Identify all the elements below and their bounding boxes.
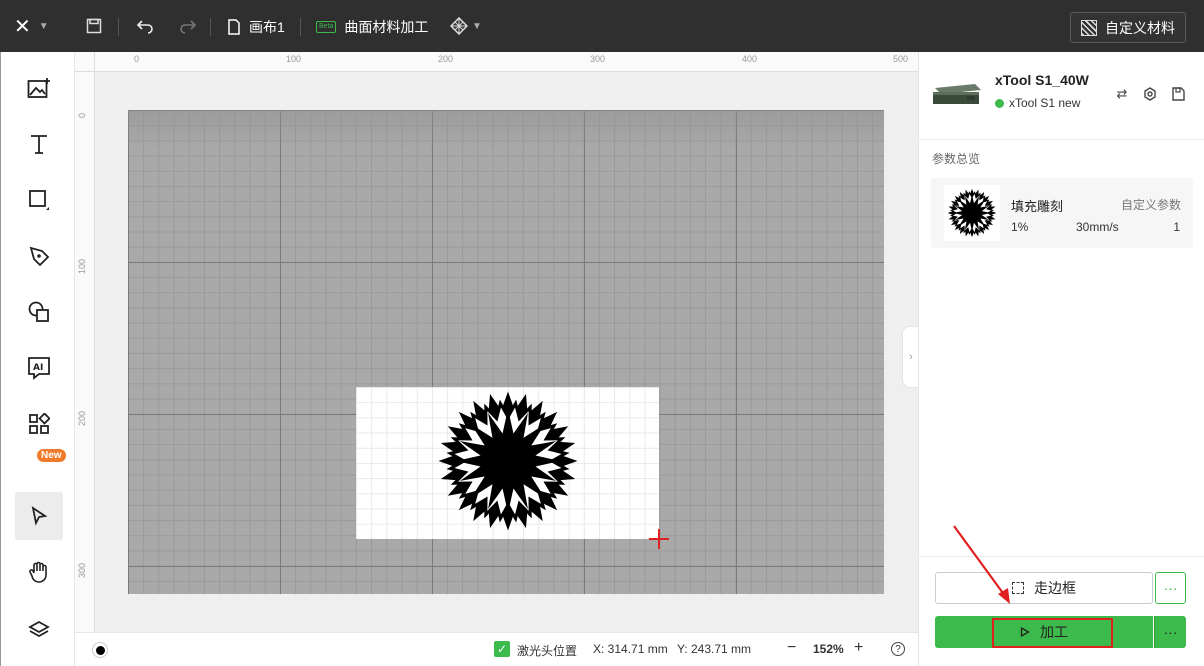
workpiece-material[interactable]: [356, 387, 659, 539]
toolbar-divider: [118, 18, 119, 36]
apps-grid-icon: [29, 413, 50, 434]
grid-diamond-icon: [450, 17, 469, 35]
save-icon[interactable]: [84, 16, 104, 36]
layers-tool-button[interactable]: [15, 606, 63, 654]
custom-material-label: 自定义材料: [1105, 19, 1175, 36]
canvas-name: 画布1: [249, 19, 285, 35]
zoom-out-button[interactable]: −: [787, 639, 796, 657]
ruler-label: 300: [77, 562, 87, 578]
device-status: xTool S1 new: [995, 96, 1080, 110]
layers-icon: [28, 620, 50, 638]
cursor-icon: [31, 506, 48, 526]
board-shade: [128, 110, 884, 150]
collapse-panel-button[interactable]: ›: [902, 326, 919, 388]
frame-label: 走边框: [1034, 580, 1076, 596]
device-image: [933, 84, 981, 104]
ruler-label: 0: [134, 54, 140, 64]
color-dot-icon: [95, 645, 105, 655]
chevron-right-icon: ›: [909, 351, 913, 363]
highlight-box: [992, 618, 1113, 648]
top-toolbar: ✕ ▼ 画布1 Beta 曲面材料加工 ▼ 自定义材料: [0, 0, 1204, 52]
ai-icon: AI: [28, 357, 50, 380]
ruler-label: 200: [77, 410, 87, 426]
divider: [919, 139, 1204, 140]
select-tool-button[interactable]: [15, 492, 63, 540]
zoom-in-button[interactable]: +: [854, 639, 863, 657]
annotation-arrow-icon: [953, 525, 1010, 604]
curved-material-button[interactable]: Beta 曲面材料加工: [316, 17, 428, 37]
undo-icon[interactable]: [135, 16, 155, 36]
image-add-icon: [27, 78, 50, 98]
ruler-vertical: 0 100 200 300: [75, 72, 95, 632]
x-coordinate: X: 314.71 mm: [593, 642, 668, 656]
left-toolbar: AI New: [0, 52, 75, 666]
device-settings-icon[interactable]: [1142, 86, 1158, 102]
zoom-level: 152%: [813, 642, 844, 656]
curved-material-label: 曲面材料加工: [344, 19, 429, 35]
hand-tool-button[interactable]: [15, 548, 63, 596]
ruler-label: 400: [742, 54, 758, 64]
canvas-name-tab[interactable]: 画布1: [227, 17, 285, 37]
canvas-area[interactable]: 0 100 200 300 400 500 0 100 200 300: [75, 52, 918, 632]
combine-tool-button[interactable]: [15, 288, 63, 336]
redo-icon[interactable]: [178, 16, 198, 36]
ruler-corner: [75, 52, 95, 72]
starburst-design[interactable]: [438, 391, 578, 531]
rectangle-icon: [29, 190, 49, 210]
ruler-label: 500: [893, 54, 909, 64]
ruler-label: 300: [590, 54, 606, 64]
app-menu-button[interactable]: ✕ ▼: [14, 14, 60, 38]
status-bar: ✓ 激光头位置 X: 314.71 mm Y: 243.71 mm − 152%…: [75, 632, 918, 666]
params-section-title: 参数总览: [932, 152, 981, 166]
ruler-label: 100: [286, 54, 302, 64]
process-more-button[interactable]: ···: [1154, 616, 1186, 648]
power-value: 1%: [1011, 220, 1029, 234]
text-icon: [31, 135, 47, 154]
ruler-label: 100: [77, 258, 87, 274]
design-thumbnail: [944, 185, 1000, 241]
custom-material-button[interactable]: 自定义材料: [1070, 12, 1186, 43]
param-card[interactable]: 填充雕刻 自定义参数 1% 30mm/s 1: [931, 178, 1193, 248]
custom-params-link[interactable]: 自定义参数: [1121, 196, 1181, 213]
connected-dot-icon: [995, 98, 1004, 108]
frame-more-button[interactable]: ···: [1155, 572, 1186, 604]
ruler-horizontal: 0 100 200 300 400 500: [95, 52, 918, 72]
process-type: 填充雕刻: [1011, 199, 1064, 214]
text-tool-button[interactable]: [15, 120, 63, 168]
device-model: xTool S1_40W: [995, 72, 1089, 88]
new-badge: New: [37, 449, 66, 462]
toolbar-divider: [300, 18, 301, 36]
pen-tool-button[interactable]: [15, 232, 63, 280]
device-name: xTool S1 new: [1009, 96, 1081, 110]
image-tool-button[interactable]: [15, 64, 63, 112]
passes-value: 1: [1173, 220, 1180, 234]
color-indicator[interactable]: [92, 642, 108, 658]
switch-device-icon[interactable]: ⇄: [1114, 86, 1130, 102]
shape-tool-button[interactable]: [15, 176, 63, 224]
chevron-down-icon: ▼: [38, 20, 49, 32]
toolbar-divider: [210, 18, 211, 36]
chevron-down-icon: ▼: [472, 20, 482, 32]
laser-position-checkbox[interactable]: ✓: [494, 641, 510, 657]
ruler-label: 200: [438, 54, 454, 64]
help-icon[interactable]: ?: [891, 642, 905, 656]
svg-text:AI: AI: [33, 363, 43, 373]
beta-badge: Beta: [316, 21, 337, 33]
ruler-label: 0: [77, 112, 87, 118]
document-icon: [228, 19, 240, 35]
save-settings-icon[interactable]: [1170, 86, 1186, 102]
material-dropdown[interactable]: ▼: [448, 16, 484, 36]
laser-position-label: 激光头位置: [517, 644, 578, 658]
laser-head-crosshair-icon: [649, 529, 669, 549]
shapes-icon: [28, 301, 49, 322]
hand-icon: [29, 561, 47, 583]
speed-value: 30mm/s: [1076, 220, 1119, 234]
apps-tool-button[interactable]: [15, 400, 63, 448]
work-area-board[interactable]: [128, 110, 884, 594]
ai-tool-button[interactable]: AI: [15, 344, 63, 392]
xtool-logo-icon: ✕: [14, 14, 31, 38]
y-coordinate: Y: 243.71 mm: [677, 642, 752, 656]
hatch-icon: [1081, 19, 1097, 36]
pen-icon: [29, 246, 50, 267]
